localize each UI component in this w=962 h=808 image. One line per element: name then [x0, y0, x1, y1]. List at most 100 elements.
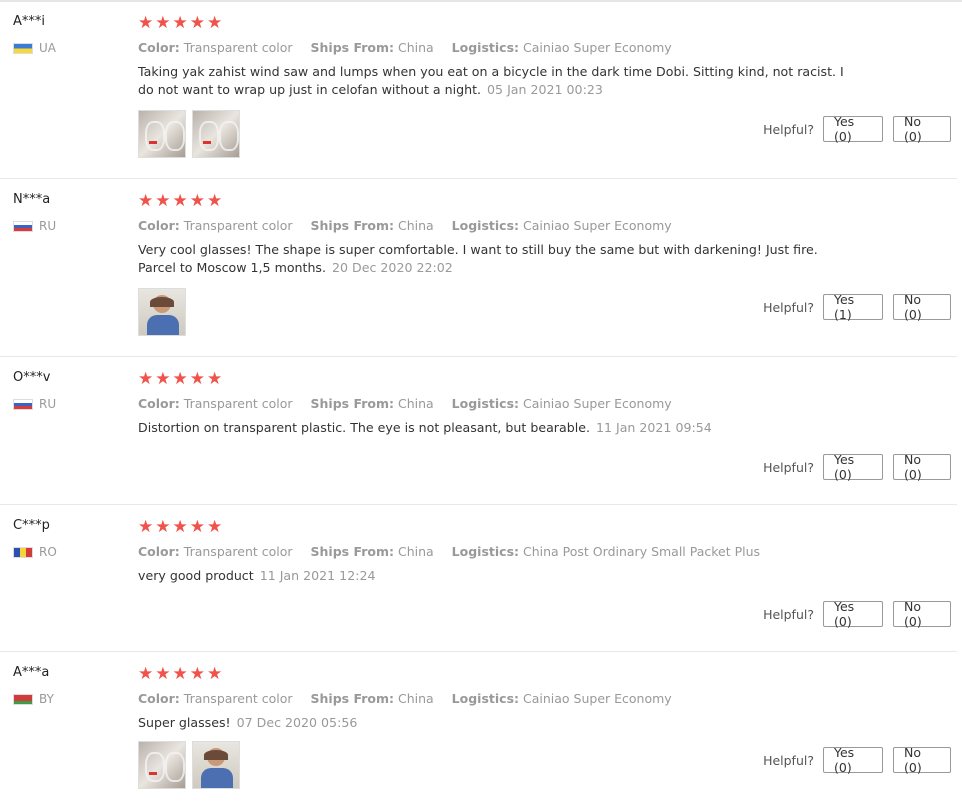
- color-label: Color:: [138, 544, 180, 559]
- review-meta: Color: Transparent color Ships From: Chi…: [138, 218, 686, 233]
- color-value: Transparent color: [183, 218, 293, 233]
- helpful-no-button[interactable]: No (0): [893, 599, 951, 629]
- helpful-controls: Helpful? Yes (0) No (0): [763, 114, 951, 144]
- star-icon: ★: [207, 13, 223, 33]
- review-photo[interactable]: [192, 110, 240, 158]
- reviewer-name: A***i: [13, 14, 46, 29]
- review-meta: Color: Transparent color Ships From: Chi…: [138, 691, 686, 706]
- color-label: Color:: [138, 396, 180, 411]
- star-icon: ★: [172, 191, 188, 211]
- logistics-value: Cainiao Super Economy: [523, 40, 672, 55]
- helpful-no-button[interactable]: No (0): [893, 114, 951, 144]
- country-code: RU: [39, 397, 57, 411]
- review-item: N***a RU ★ ★ ★ ★ ★ Color: Transparent color …: [0, 178, 957, 356]
- flag-ru-icon: [13, 220, 33, 232]
- country-code: RO: [39, 545, 57, 559]
- review-item: A***a BY ★ ★ ★ ★ ★ Color: Transparent color …: [0, 651, 957, 808]
- star-rating: ★ ★ ★ ★ ★: [138, 665, 222, 683]
- flag-by-icon: [13, 693, 33, 705]
- review-body: Very cool glasses! The shape is super co…: [138, 242, 818, 275]
- review-photos: [138, 110, 240, 158]
- review-photo[interactable]: [138, 741, 186, 789]
- star-rating: ★ ★ ★ ★ ★: [138, 370, 222, 388]
- star-icon: ★: [138, 13, 154, 33]
- helpful-yes-button[interactable]: Yes (0): [823, 599, 883, 629]
- country-code: UA: [39, 41, 56, 55]
- ships-from-value: China: [397, 40, 434, 55]
- star-icon: ★: [138, 517, 154, 537]
- star-icon: ★: [207, 369, 223, 389]
- logistics-label: Logistics:: [451, 396, 520, 411]
- helpful-controls: Helpful? Yes (0) No (0): [763, 599, 951, 629]
- star-icon: ★: [172, 517, 188, 537]
- star-icon: ★: [207, 191, 223, 211]
- flag-ro-icon: [13, 546, 33, 558]
- review-text: Very cool glasses! The shape is super co…: [138, 241, 858, 277]
- review-text: Super glasses! 07 Dec 2020 05:56: [138, 714, 858, 732]
- review-photo[interactable]: [138, 288, 186, 336]
- color-value: Transparent color: [183, 691, 293, 706]
- review-body: very good product: [138, 568, 254, 583]
- star-icon: ★: [189, 369, 205, 389]
- review-meta: Color: Transparent color Ships From: Chi…: [138, 396, 686, 411]
- helpful-no-button[interactable]: No (0): [893, 745, 951, 775]
- ships-from-label: Ships From:: [310, 691, 394, 706]
- review-date: 11 Jan 2021 09:54: [595, 420, 712, 435]
- flag-ua-icon: [13, 42, 33, 54]
- review-date: 11 Jan 2021 12:24: [259, 568, 376, 583]
- star-icon: ★: [189, 664, 205, 684]
- review-text: Taking yak zahist wind saw and lumps whe…: [138, 63, 858, 99]
- review-photos: [138, 741, 240, 789]
- reviewer-country: RO: [13, 545, 57, 559]
- logistics-value: Cainiao Super Economy: [523, 218, 672, 233]
- helpful-no-button[interactable]: No (0): [893, 452, 951, 482]
- helpful-label: Helpful?: [763, 606, 814, 622]
- color-label: Color:: [138, 40, 180, 55]
- star-icon: ★: [189, 517, 205, 537]
- star-icon: ★: [189, 13, 205, 33]
- logistics-value: Cainiao Super Economy: [523, 396, 672, 411]
- review-text: very good product 11 Jan 2021 12:24: [138, 567, 858, 585]
- ships-from-value: China: [397, 544, 434, 559]
- country-code: RU: [39, 219, 57, 233]
- star-icon: ★: [207, 664, 223, 684]
- helpful-yes-button[interactable]: Yes (0): [823, 114, 883, 144]
- star-icon: ★: [138, 664, 154, 684]
- helpful-no-button[interactable]: No (0): [893, 292, 951, 322]
- star-icon: ★: [155, 191, 171, 211]
- review-meta: Color: Transparent color Ships From: Chi…: [138, 40, 686, 55]
- star-icon: ★: [189, 191, 205, 211]
- review-meta: Color: Transparent color Ships From: Chi…: [138, 544, 774, 559]
- helpful-yes-button[interactable]: Yes (0): [823, 745, 883, 775]
- helpful-label: Helpful?: [763, 459, 814, 475]
- review-photos: [138, 288, 186, 336]
- helpful-controls: Helpful? Yes (1) No (0): [763, 292, 951, 322]
- review-date: 20 Dec 2020 22:02: [332, 260, 453, 275]
- review-photo[interactable]: [138, 110, 186, 158]
- review-date: 05 Jan 2021 00:23: [487, 82, 603, 97]
- star-icon: ★: [155, 517, 171, 537]
- star-icon: ★: [172, 13, 188, 33]
- ships-from-label: Ships From:: [310, 218, 394, 233]
- color-label: Color:: [138, 691, 180, 706]
- country-code: BY: [39, 692, 54, 706]
- star-icon: ★: [155, 664, 171, 684]
- color-value: Transparent color: [183, 40, 293, 55]
- star-icon: ★: [155, 13, 171, 33]
- review-item: A***i UA ★ ★ ★ ★ ★ Color: Transparent color …: [0, 0, 957, 178]
- helpful-yes-button[interactable]: Yes (1): [823, 292, 883, 322]
- star-icon: ★: [172, 664, 188, 684]
- ships-from-value: China: [397, 691, 434, 706]
- logistics-label: Logistics:: [451, 218, 520, 233]
- star-icon: ★: [155, 369, 171, 389]
- logistics-value: China Post Ordinary Small Packet Plus: [523, 544, 761, 559]
- review-photo[interactable]: [192, 741, 240, 789]
- ships-from-label: Ships From:: [310, 544, 394, 559]
- review-item: C***p RO ★ ★ ★ ★ ★ Color: Transparent color …: [0, 504, 957, 651]
- star-icon: ★: [207, 517, 223, 537]
- star-icon: ★: [138, 369, 154, 389]
- helpful-yes-button[interactable]: Yes (0): [823, 452, 883, 482]
- color-value: Transparent color: [183, 396, 293, 411]
- reviewer-name: N***a: [13, 192, 51, 207]
- helpful-label: Helpful?: [763, 752, 814, 768]
